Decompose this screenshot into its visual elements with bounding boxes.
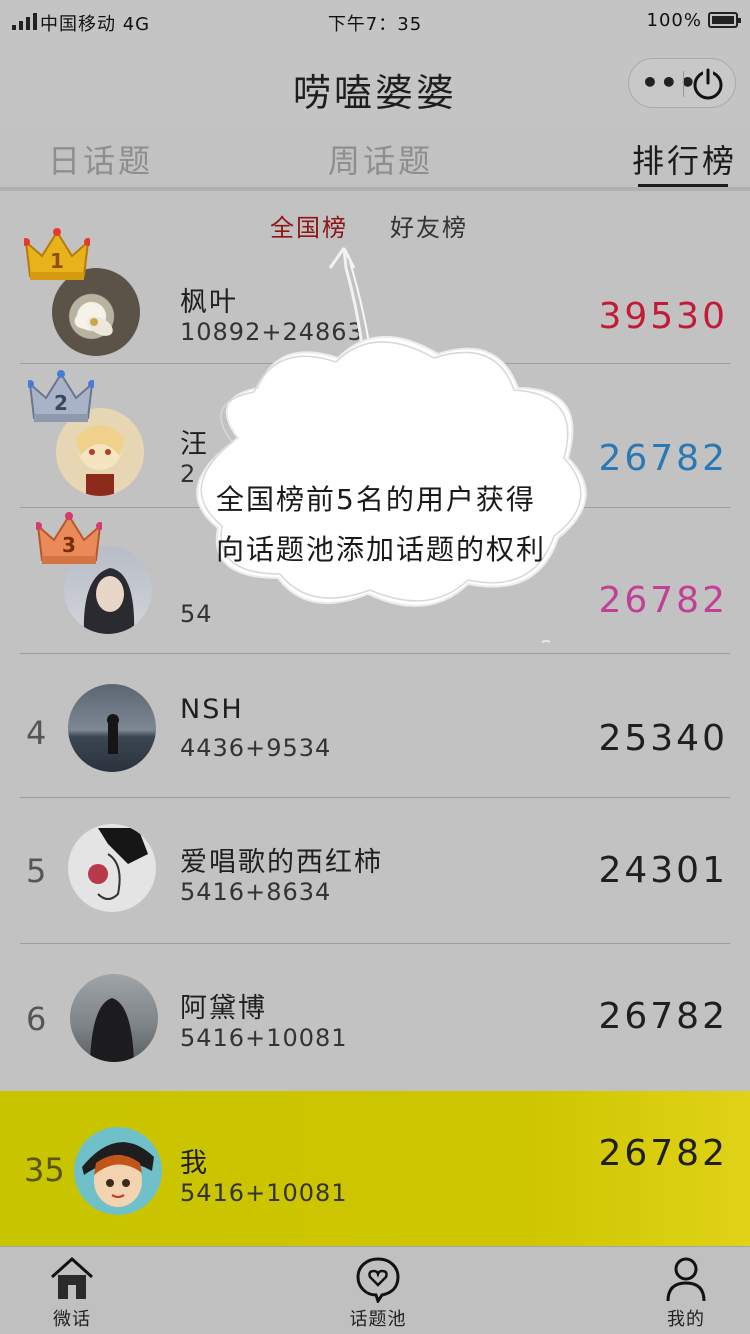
hint-text-line1: 全国榜前5名的用户获得 bbox=[216, 483, 536, 516]
topic-tabs: 日话题 周话题 排行榜 bbox=[0, 128, 750, 188]
tab-weekly-topic[interactable]: 周话题 bbox=[328, 136, 433, 182]
status-time: 下午7：35 bbox=[327, 14, 423, 35]
list-item[interactable]: 4 NSH 4436+9534 25340 bbox=[0, 654, 750, 798]
nav-bar: 唠嗑婆婆 ••• bbox=[0, 44, 750, 128]
status-bar: 中国移动 4G 下午7：35 100% bbox=[0, 0, 750, 44]
svg-text:2: 2 bbox=[54, 391, 68, 415]
user-score: 24301 bbox=[598, 850, 728, 891]
user-detail: 4436+9534 bbox=[180, 734, 332, 762]
user-score: 26782 bbox=[598, 996, 728, 1037]
hint-cloud-bubble bbox=[196, 247, 587, 643]
tabs-divider bbox=[0, 187, 750, 191]
home-icon bbox=[50, 1256, 94, 1299]
user-detail: 5416+8634 bbox=[180, 878, 332, 906]
mini-program-capsule: ••• bbox=[628, 58, 736, 108]
bottom-tab-topic-pool[interactable]: 话题池 bbox=[318, 1255, 438, 1331]
user-icon bbox=[666, 1257, 706, 1302]
power-icon[interactable] bbox=[691, 67, 725, 101]
svg-text:1: 1 bbox=[50, 249, 64, 273]
hint-text-line2: 向话题池添加话题的权利 bbox=[216, 533, 547, 566]
tab-leaderboard[interactable]: 排行榜 bbox=[632, 136, 737, 182]
rank-number: 4 bbox=[26, 714, 47, 752]
user-detail: 5416+10081 bbox=[180, 1179, 348, 1207]
tab-daily-topic[interactable]: 日话题 bbox=[48, 136, 153, 182]
list-item[interactable]: 6 阿黛博 5416+10081 26782 bbox=[0, 944, 750, 1091]
rank-number: 35 bbox=[24, 1151, 65, 1189]
bottom-tab-mine[interactable]: 我的 bbox=[626, 1255, 746, 1331]
bottom-tab-bar: 微话 话题池 我的 bbox=[0, 1246, 750, 1334]
list-item[interactable]: 5 爱唱歌的西红柿 5416+8634 24301 bbox=[0, 798, 750, 944]
bottom-tab-label: 我的 bbox=[667, 1309, 705, 1330]
rank-number: 6 bbox=[26, 1000, 47, 1038]
bottom-tab-label: 微话 bbox=[53, 1309, 91, 1330]
avatar bbox=[68, 684, 156, 772]
svg-text:3: 3 bbox=[62, 533, 76, 557]
user-name: NSH bbox=[180, 694, 244, 725]
crown-gold-1-icon: 1 bbox=[24, 228, 90, 280]
user-detail: 5416+10081 bbox=[180, 1024, 348, 1052]
more-dots-icon[interactable]: ••• bbox=[641, 63, 697, 103]
user-name: 爱唱歌的西红柿 bbox=[180, 847, 383, 878]
crown-silver-2-icon: 2 bbox=[28, 370, 94, 422]
crown-bronze-3-icon: 3 bbox=[36, 512, 102, 564]
heart-bubble-icon bbox=[356, 1257, 400, 1303]
my-rank-row[interactable]: 35 我 5416+10081 26782 bbox=[0, 1091, 750, 1246]
avatar bbox=[70, 974, 158, 1062]
bottom-tab-weihua[interactable]: 微话 bbox=[12, 1255, 132, 1331]
user-name: 我 bbox=[180, 1148, 209, 1179]
rank-number: 5 bbox=[26, 852, 47, 890]
battery-percent: 100% bbox=[646, 10, 702, 31]
capsule-divider bbox=[683, 71, 684, 97]
user-score: 25340 bbox=[598, 718, 728, 759]
user-score: 26782 bbox=[598, 1133, 728, 1174]
battery-icon bbox=[708, 12, 741, 28]
avatar bbox=[68, 824, 156, 912]
bottom-tab-label: 话题池 bbox=[349, 1309, 407, 1330]
avatar bbox=[74, 1127, 162, 1215]
user-name: 阿黛博 bbox=[180, 993, 267, 1024]
